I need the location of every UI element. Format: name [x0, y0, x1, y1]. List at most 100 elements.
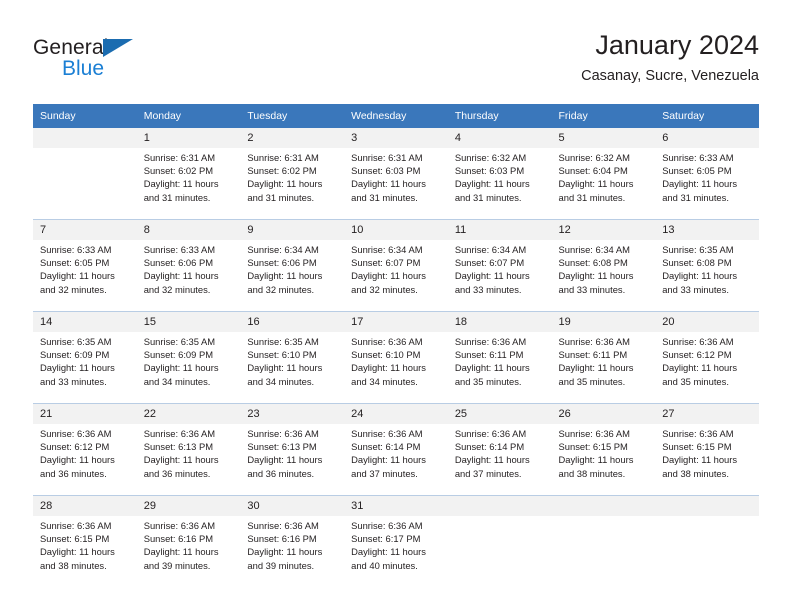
- calendar-day-cell[interactable]: 8 Sunrise: 6:33 AM Sunset: 6:06 PM Daylight…: [136, 219, 241, 304]
- daylight-text-line1: Daylight: 11 hours: [662, 362, 738, 374]
- day-number: 5: [551, 128, 656, 148]
- calendar-day-cell[interactable]: 26 Sunrise: 6:36 AM Sunset: 6:15 PM Dayligh…: [551, 403, 656, 488]
- calendar-day-cell[interactable]: 31 Sunrise: 6:36 AM Sunset: 6:17 PM Dayligh…: [344, 495, 448, 580]
- day-sun-info: Sunrise: 6:36 AM Sunset: 6:15 PM Daylight:…: [33, 516, 137, 572]
- sunrise-text: Sunrise: 6:32 AM: [558, 152, 630, 163]
- calendar-week-gap-cell: [344, 304, 448, 312]
- calendar-day-cell[interactable]: 17 Sunrise: 6:36 AM Sunset: 6:10 PM Dayligh…: [344, 311, 448, 396]
- calendar-day-cell[interactable]: 19 Sunrise: 6:36 AM Sunset: 6:11 PM Dayligh…: [551, 311, 656, 396]
- day-cell-inner: 22 Sunrise: 6:36 AM Sunset: 6:13 PM Dayligh…: [136, 404, 241, 488]
- calendar-day-cell[interactable]: 29 Sunrise: 6:36 AM Sunset: 6:16 PM Dayligh…: [136, 495, 241, 580]
- sunset-text: Sunset: 6:13 PM: [247, 441, 317, 453]
- daylight-text-line2: and 32 minutes.: [40, 283, 107, 295]
- day-sun-info: Sunrise: 6:36 AM Sunset: 6:14 PM Daylight:…: [344, 424, 448, 480]
- day-cell-inner: 23 Sunrise: 6:36 AM Sunset: 6:13 PM Dayligh…: [240, 404, 345, 488]
- day-sun-info: Sunrise: 6:35 AM Sunset: 6:08 PM Daylight:…: [655, 240, 759, 296]
- calendar-day-cell[interactable]: 25 Sunrise: 6:36 AM Sunset: 6:14 PM Dayligh…: [447, 403, 552, 488]
- day-cell-inner: 30 Sunrise: 6:36 AM Sunset: 6:16 PM Dayligh…: [240, 496, 345, 580]
- day-cell-inner: 11 Sunrise: 6:34 AM Sunset: 6:07 PM Dayligh…: [447, 220, 552, 304]
- calendar-week-gap-cell: [655, 304, 759, 312]
- calendar-week-gap-cell: [655, 396, 759, 404]
- daylight-text-line2: and 36 minutes.: [143, 467, 211, 479]
- day-cell-inner: [447, 496, 552, 580]
- sunset-text: Sunset: 6:12 PM: [662, 349, 732, 361]
- calendar-day-cell[interactable]: 9 Sunrise: 6:34 AM Sunset: 6:06 PM Daylight…: [240, 219, 345, 304]
- sunset-text: Sunset: 6:07 PM: [454, 257, 525, 269]
- calendar-day-cell[interactable]: 23 Sunrise: 6:36 AM Sunset: 6:13 PM Dayligh…: [240, 403, 345, 488]
- sunrise-text: Sunrise: 6:31 AM: [351, 152, 423, 163]
- day-cell-inner: [551, 496, 656, 580]
- day-number: 15: [136, 312, 241, 332]
- daylight-text-line2: and 34 minutes.: [143, 375, 211, 387]
- page-title: January 2024: [595, 30, 759, 60]
- daylight-text-line1: Daylight: 11 hours: [558, 454, 634, 466]
- day-sun-info: Sunrise: 6:36 AM Sunset: 6:12 PM Daylight:…: [33, 424, 137, 480]
- daylight-text-line1: Daylight: 11 hours: [454, 454, 530, 466]
- calendar-day-cell[interactable]: 15 Sunrise: 6:35 AM Sunset: 6:09 PM Dayligh…: [136, 311, 241, 396]
- calendar-day-cell[interactable]: 12 Sunrise: 6:34 AM Sunset: 6:08 PM Dayligh…: [551, 219, 656, 304]
- calendar-week-gap-cell: [240, 396, 345, 404]
- weekday-header-sunday: Sunday: [33, 104, 137, 128]
- calendar-day-cell[interactable]: 14 Sunrise: 6:35 AM Sunset: 6:09 PM Dayligh…: [33, 311, 137, 396]
- daylight-text-line1: Daylight: 11 hours: [40, 546, 115, 558]
- calendar-day-cell[interactable]: 27 Sunrise: 6:36 AM Sunset: 6:15 PM Dayligh…: [655, 403, 759, 488]
- daylight-text-line2: and 31 minutes.: [247, 191, 315, 203]
- sunrise-text: Sunrise: 6:36 AM: [143, 520, 216, 531]
- daylight-text-line2: and 40 minutes.: [351, 559, 418, 571]
- daylight-text-line1: Daylight: 11 hours: [143, 362, 219, 374]
- day-cell-inner: 1 Sunrise: 6:31 AM Sunset: 6:02 PM Daylight…: [136, 128, 241, 212]
- calendar-day-cell[interactable]: 18 Sunrise: 6:36 AM Sunset: 6:11 PM Dayligh…: [447, 311, 552, 396]
- calendar-day-cell[interactable]: 3 Sunrise: 6:31 AM Sunset: 6:03 PM Daylight…: [344, 128, 448, 212]
- sunrise-text: Sunrise: 6:36 AM: [662, 336, 734, 347]
- calendar-day-cell[interactable]: 22 Sunrise: 6:36 AM Sunset: 6:13 PM Dayligh…: [136, 403, 241, 488]
- day-number: [447, 496, 552, 516]
- calendar-day-cell[interactable]: 30 Sunrise: 6:36 AM Sunset: 6:16 PM Dayligh…: [240, 495, 345, 580]
- daylight-text-line1: Daylight: 11 hours: [351, 454, 426, 466]
- weekday-header-saturday: Saturday: [655, 104, 759, 128]
- day-cell-inner: 8 Sunrise: 6:33 AM Sunset: 6:06 PM Daylight…: [136, 220, 241, 304]
- daylight-text-line1: Daylight: 11 hours: [247, 270, 323, 282]
- general-blue-logo[interactable]: General Blue: [33, 36, 213, 88]
- logo-text-blue: Blue: [62, 57, 105, 80]
- sunset-text: Sunset: 6:06 PM: [143, 257, 214, 269]
- calendar-day-cell[interactable]: 16 Sunrise: 6:35 AM Sunset: 6:10 PM Dayligh…: [240, 311, 345, 396]
- calendar-day-cell[interactable]: 7 Sunrise: 6:33 AM Sunset: 6:05 PM Daylight…: [33, 219, 137, 304]
- calendar-day-cell[interactable]: 4 Sunrise: 6:32 AM Sunset: 6:03 PM Daylight…: [447, 128, 552, 212]
- calendar-day-cell[interactable]: 1 Sunrise: 6:31 AM Sunset: 6:02 PM Daylight…: [136, 128, 241, 212]
- daylight-text-line2: and 33 minutes.: [558, 283, 626, 295]
- calendar-day-cell[interactable]: 10 Sunrise: 6:34 AM Sunset: 6:07 PM Dayligh…: [344, 219, 448, 304]
- calendar-week-gap-cell: [551, 488, 656, 496]
- calendar-week-gap-cell: [447, 212, 552, 220]
- weekday-header-wednesday: Wednesday: [344, 104, 448, 128]
- day-sun-info: Sunrise: 6:35 AM Sunset: 6:09 PM Daylight:…: [137, 332, 241, 388]
- day-cell-inner: 4 Sunrise: 6:32 AM Sunset: 6:03 PM Daylight…: [447, 128, 552, 212]
- calendar-day-cell[interactable]: 13 Sunrise: 6:35 AM Sunset: 6:08 PM Dayligh…: [655, 219, 759, 304]
- sunset-text: Sunset: 6:07 PM: [351, 257, 421, 269]
- daylight-text-line1: Daylight: 11 hours: [40, 362, 115, 374]
- day-number: 2: [240, 128, 345, 148]
- calendar-day-cell[interactable]: 21 Sunrise: 6:36 AM Sunset: 6:12 PM Dayligh…: [33, 403, 137, 488]
- day-cell-inner: 16 Sunrise: 6:35 AM Sunset: 6:10 PM Dayligh…: [240, 312, 345, 396]
- sunrise-text: Sunrise: 6:31 AM: [143, 152, 216, 163]
- calendar-week-gap-cell: [344, 212, 448, 220]
- day-cell-inner: 24 Sunrise: 6:36 AM Sunset: 6:14 PM Dayligh…: [344, 404, 448, 488]
- calendar-day-cell[interactable]: 2 Sunrise: 6:31 AM Sunset: 6:02 PM Daylight…: [240, 128, 345, 212]
- day-sun-info: Sunrise: 6:36 AM Sunset: 6:10 PM Daylight:…: [344, 332, 448, 388]
- calendar-day-cell[interactable]: 11 Sunrise: 6:34 AM Sunset: 6:07 PM Dayligh…: [447, 219, 552, 304]
- day-cell-inner: 21 Sunrise: 6:36 AM Sunset: 6:12 PM Dayligh…: [33, 404, 137, 488]
- calendar-day-cell[interactable]: 5 Sunrise: 6:32 AM Sunset: 6:04 PM Daylight…: [551, 128, 656, 212]
- calendar-week-gap-cell: [655, 488, 759, 496]
- calendar-day-cell[interactable]: 24 Sunrise: 6:36 AM Sunset: 6:14 PM Dayligh…: [344, 403, 448, 488]
- calendar-day-cell[interactable]: 28 Sunrise: 6:36 AM Sunset: 6:15 PM Dayligh…: [33, 495, 137, 580]
- calendar-week-gap-cell: [551, 212, 656, 220]
- day-cell-inner: 17 Sunrise: 6:36 AM Sunset: 6:10 PM Dayligh…: [344, 312, 448, 396]
- calendar-day-cell[interactable]: 20 Sunrise: 6:36 AM Sunset: 6:12 PM Dayligh…: [655, 311, 759, 396]
- sunrise-text: Sunrise: 6:36 AM: [558, 428, 630, 439]
- calendar-week-gap: [33, 304, 759, 312]
- calendar-week-gap-cell: [240, 488, 345, 496]
- calendar-day-cell: [655, 495, 759, 580]
- sunset-text: Sunset: 6:15 PM: [40, 533, 110, 545]
- day-cell-inner: 19 Sunrise: 6:36 AM Sunset: 6:11 PM Dayligh…: [551, 312, 656, 396]
- calendar-day-cell[interactable]: 6 Sunrise: 6:33 AM Sunset: 6:05 PM Daylight…: [655, 128, 759, 212]
- day-number: 8: [136, 220, 241, 240]
